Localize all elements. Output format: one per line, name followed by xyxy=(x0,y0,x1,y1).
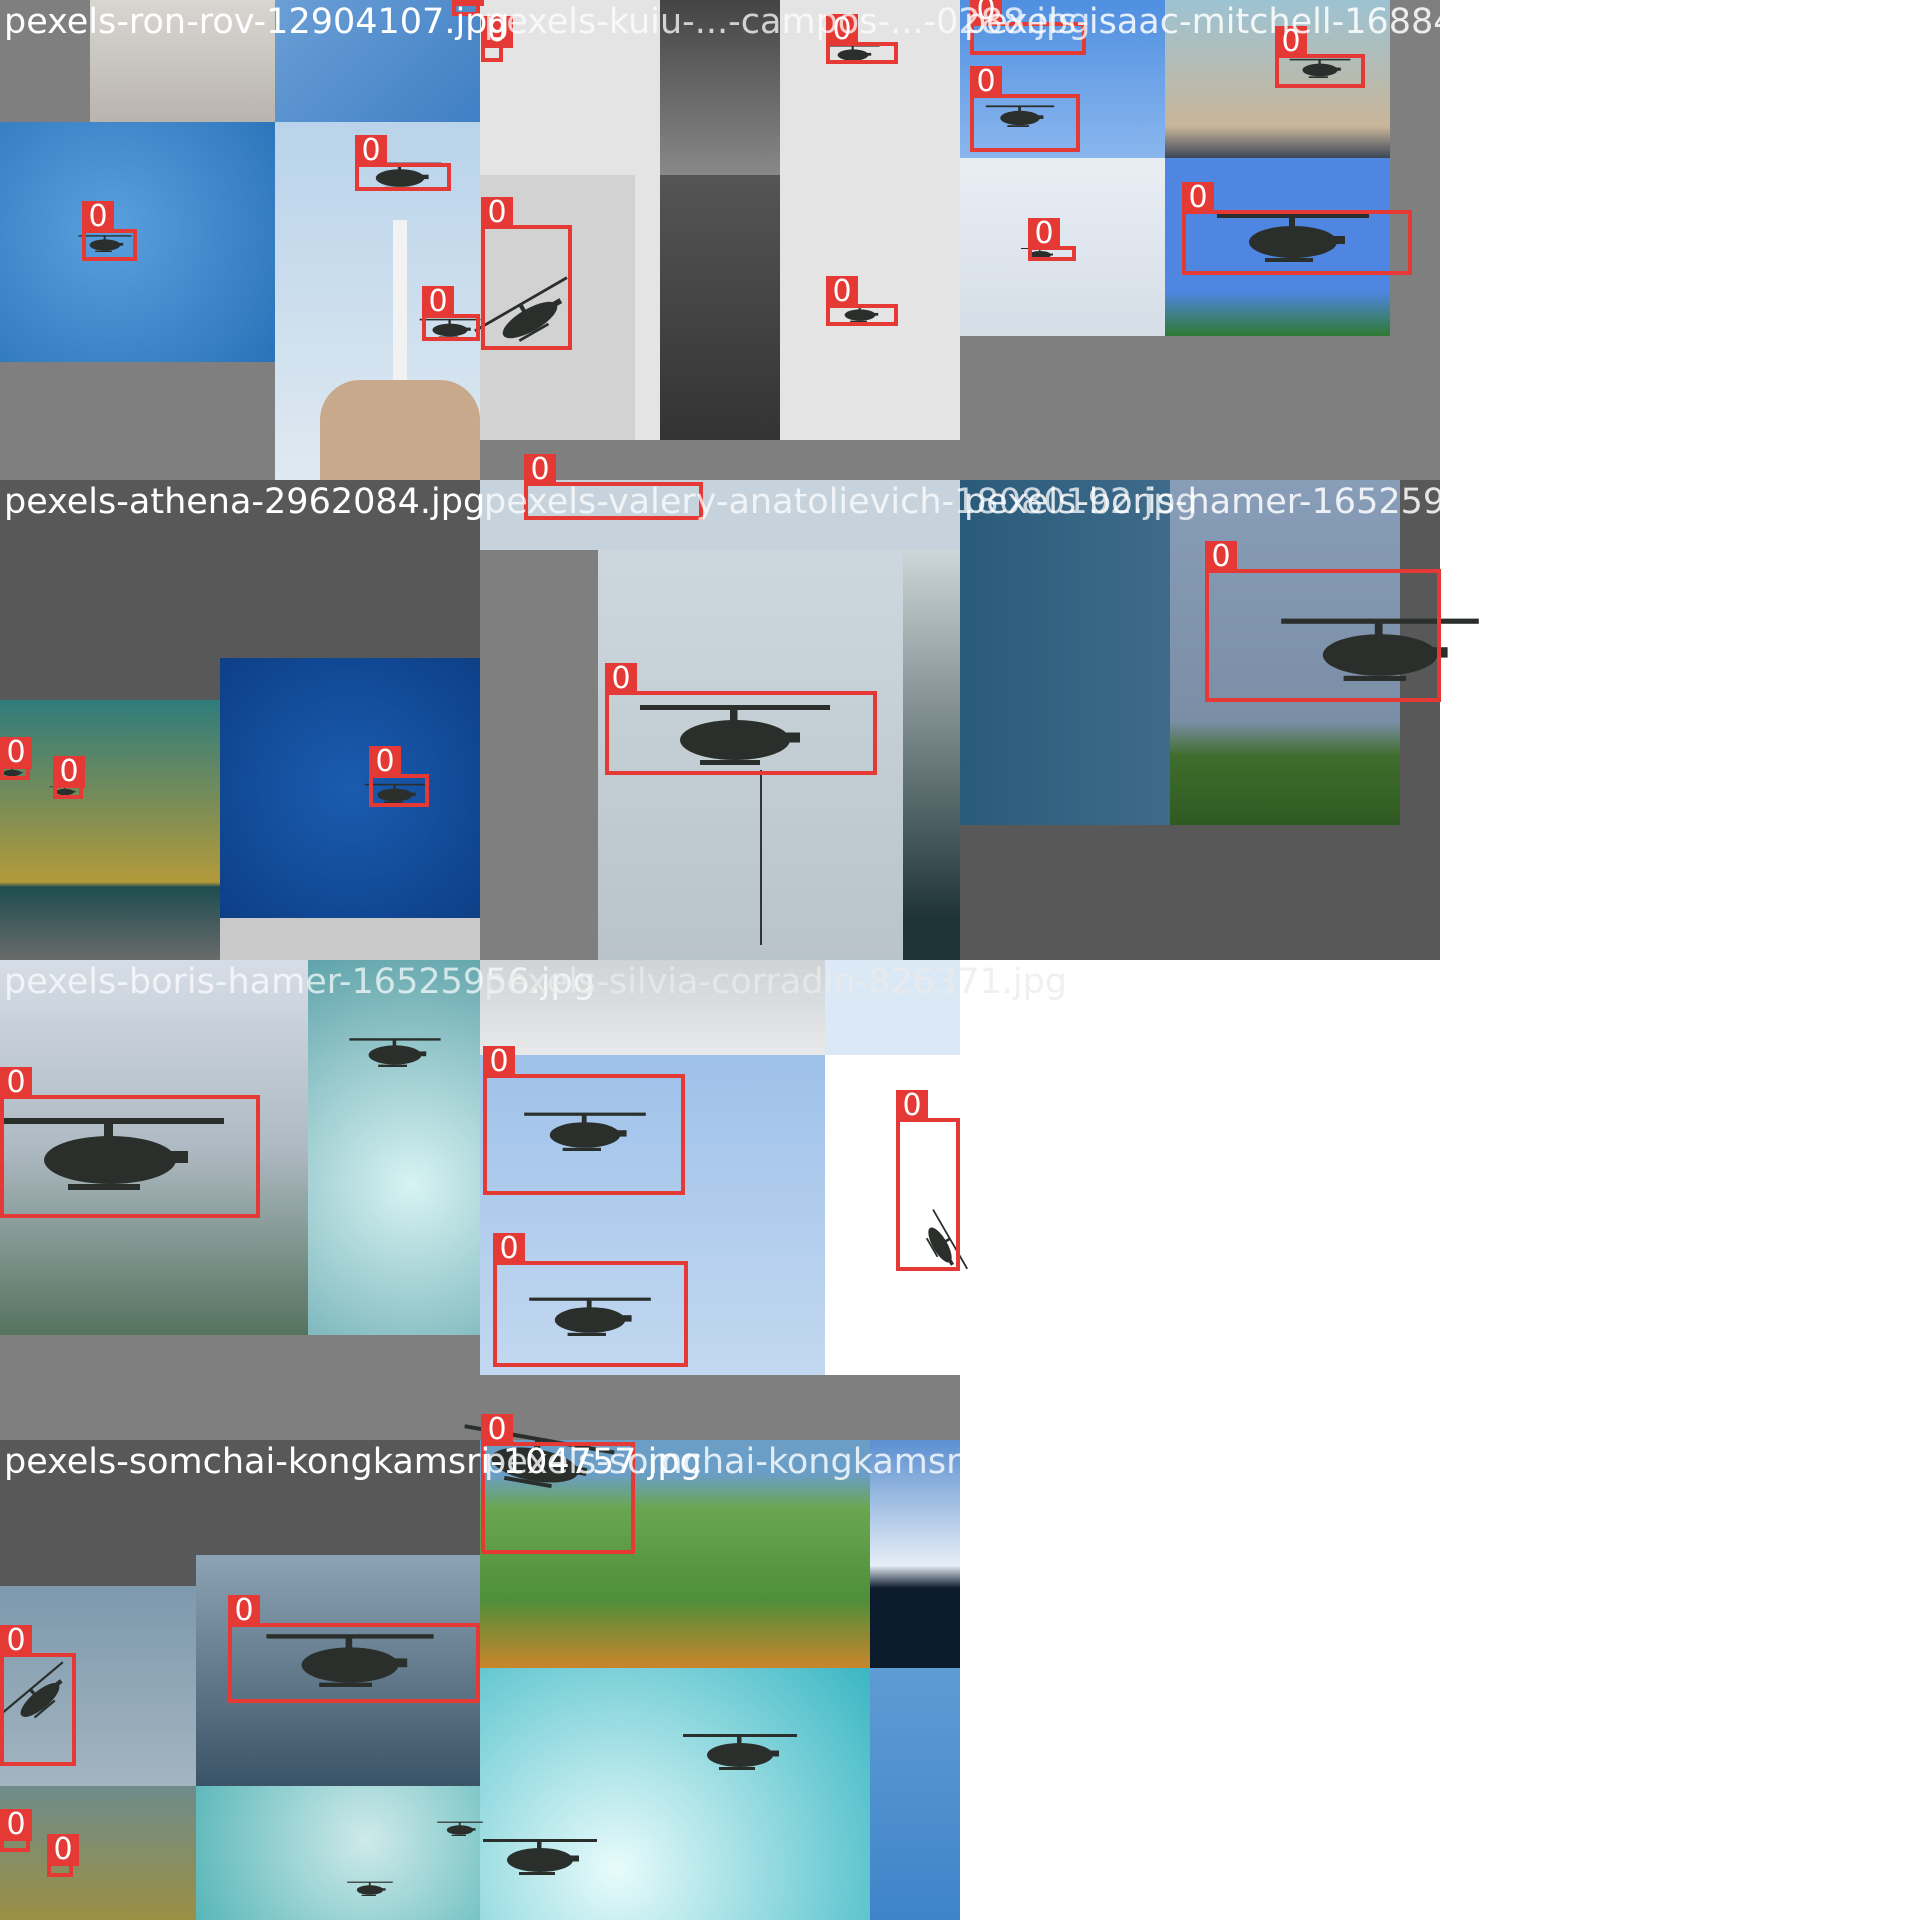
class-label: 0 xyxy=(422,286,454,318)
mosaic-tile xyxy=(0,480,480,960)
bounding-box: 0 xyxy=(0,1625,76,1766)
bounding-box: 0 xyxy=(82,201,137,261)
class-label: 0 xyxy=(0,737,32,769)
class-label: 0 xyxy=(0,1067,32,1099)
bounding-box: 0 xyxy=(0,1809,32,1852)
bounding-box: 0 xyxy=(0,1067,260,1218)
tile-filename: pexels-silvia-corradin-826371.jpg xyxy=(484,962,1068,1002)
mosaic-tile xyxy=(0,0,480,480)
image-patch xyxy=(870,1668,960,1920)
class-label: 0 xyxy=(0,1625,32,1657)
class-label: 0 xyxy=(355,135,387,167)
class-label: 0 xyxy=(82,201,114,233)
bounding-box: 0 xyxy=(1182,182,1412,275)
image-patch xyxy=(196,1786,480,1920)
bounding-box: 0 xyxy=(481,16,513,62)
bounding-box: 0 xyxy=(1275,26,1365,88)
class-label: 0 xyxy=(826,276,858,308)
bounding-box: 0 xyxy=(355,135,451,191)
bounding-box: 0 xyxy=(826,276,898,326)
class-label: 0 xyxy=(605,663,637,695)
class-label: 0 xyxy=(228,1595,260,1627)
class-label: 0 xyxy=(483,1046,515,1078)
tile-filename: pexels-somchai-kongkamsri-90283.jpg xyxy=(484,1442,1160,1482)
bounding-box: 0 xyxy=(1028,218,1076,261)
class-label: 0 xyxy=(481,197,513,229)
image-patch xyxy=(0,700,220,960)
tile-filename: pexels-boris-hamer-16525956.jpg xyxy=(964,482,1555,522)
image-patch xyxy=(0,122,275,362)
bounding-box: 0 xyxy=(369,746,429,807)
class-label: 0 xyxy=(1028,218,1060,250)
bounding-box: 0 xyxy=(605,663,877,775)
bounding-box: 0 xyxy=(422,286,480,341)
class-label: 0 xyxy=(970,66,1002,98)
image-patch xyxy=(220,658,480,918)
class-label: 0 xyxy=(369,746,401,778)
mosaic-tile xyxy=(480,960,960,1440)
bounding-box: 0 xyxy=(896,1090,960,1271)
tower-shape xyxy=(660,175,780,440)
hoist-line xyxy=(760,770,762,945)
image-patch xyxy=(480,1668,870,1920)
bounding-box: 0 xyxy=(483,1046,685,1195)
bounding-box: 0 xyxy=(970,66,1080,152)
tower-shape xyxy=(393,220,407,390)
mosaic-tile xyxy=(960,480,1440,960)
image-patch xyxy=(960,480,1170,825)
class-label: 0 xyxy=(53,756,85,788)
class-label: 0 xyxy=(47,1834,79,1866)
stadium-shape xyxy=(320,380,480,480)
bounding-box: 0 xyxy=(481,197,572,350)
class-label: 0 xyxy=(1205,541,1237,573)
image-patch xyxy=(903,550,960,960)
tile-filename: pexels-isaac-mitchell-16884780.jpg xyxy=(964,2,1588,42)
tile-filename: pexels-athena-2962084.jpg xyxy=(4,482,486,522)
tile-filename: pexels-ron-rov-12904107.jpg xyxy=(4,2,510,42)
bounding-box: 0 xyxy=(53,756,85,799)
class-label: 0 xyxy=(0,1809,32,1841)
image-patch xyxy=(0,1786,196,1920)
image-patch xyxy=(220,918,480,960)
bounding-box: 0 xyxy=(228,1595,480,1703)
image-patch xyxy=(308,960,480,1335)
class-label: 0 xyxy=(896,1090,928,1122)
class-label: 0 xyxy=(493,1233,525,1265)
bounding-box: 0 xyxy=(1205,541,1441,702)
bounding-box: 0 xyxy=(0,737,32,780)
bounding-box: 0 xyxy=(493,1233,688,1367)
bounding-box: 0 xyxy=(826,14,898,64)
class-label: 0 xyxy=(1182,182,1214,214)
bounding-box: 0 xyxy=(47,1834,79,1877)
